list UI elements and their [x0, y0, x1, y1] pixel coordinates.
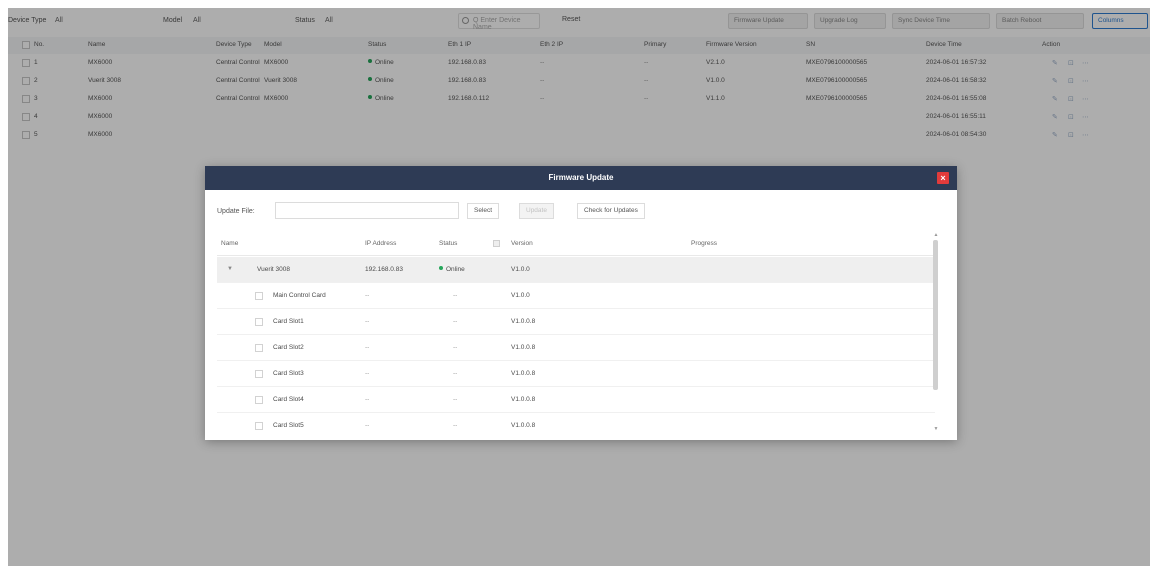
row-ip: --: [365, 318, 370, 325]
table-row[interactable]: Main Control Card -- -- V1.0.0: [217, 283, 935, 309]
online-dot-icon: [439, 266, 443, 270]
row-name: Card Slot4: [273, 396, 304, 403]
row-checkbox[interactable]: [255, 396, 263, 404]
row-ip: --: [365, 422, 370, 429]
row-name: Card Slot2: [273, 344, 304, 351]
row-checkbox[interactable]: [255, 292, 263, 300]
select-button[interactable]: Select: [467, 203, 500, 219]
row-checkbox[interactable]: [255, 422, 263, 430]
row-version: V1.0.0: [511, 292, 530, 299]
close-icon[interactable]: ×: [937, 172, 949, 184]
dialog-header: Firmware Update ×: [205, 166, 957, 190]
firmware-update-dialog: Firmware Update × Update File: Select Up…: [205, 166, 957, 440]
row-status: --: [453, 292, 458, 299]
table-row[interactable]: Card Slot1 -- -- V1.0.0.8: [217, 309, 935, 335]
row-ip: --: [365, 396, 370, 403]
row-status: --: [453, 370, 458, 377]
row-name: Card Slot3: [273, 370, 304, 377]
row-version: V1.0.0.8: [511, 422, 536, 429]
row-status: --: [453, 396, 458, 403]
row-ip: 192.168.0.83: [365, 266, 403, 273]
row-checkbox[interactable]: [255, 344, 263, 352]
row-name: Card Slot5: [273, 422, 304, 429]
col-name: Name: [221, 240, 239, 247]
col-progress: Progress: [691, 240, 718, 247]
row-checkbox[interactable]: [255, 318, 263, 326]
row-name: Vuerit 3008: [257, 266, 291, 273]
row-status: --: [453, 344, 458, 351]
row-name: Card Slot1: [273, 318, 304, 325]
scrollbar-thumb[interactable]: [933, 240, 938, 390]
row-status: --: [453, 422, 458, 429]
update-file-input[interactable]: [275, 202, 459, 219]
collapse-caret-icon[interactable]: ▼: [227, 266, 233, 272]
row-version: V1.0.0: [511, 266, 530, 273]
filter-icon[interactable]: [493, 240, 500, 247]
scroll-down-icon[interactable]: ▼: [932, 426, 940, 432]
row-version: V1.0.0.8: [511, 370, 536, 377]
row-version: V1.0.0.8: [511, 344, 536, 351]
row-ip: --: [365, 344, 370, 351]
table-row[interactable]: Card Slot4 -- -- V1.0.0.8: [217, 387, 935, 413]
row-checkbox[interactable]: [255, 370, 263, 378]
dialog-title: Firmware Update: [548, 173, 614, 182]
scroll-up-icon[interactable]: ▲: [932, 232, 940, 238]
row-status: Online: [439, 266, 465, 273]
row-name: Main Control Card: [273, 292, 326, 299]
col-version: Version: [511, 240, 533, 247]
row-version: V1.0.0.8: [511, 396, 536, 403]
col-status: Status: [439, 240, 458, 247]
update-button[interactable]: Update: [519, 203, 554, 219]
col-ip: IP Address: [365, 240, 397, 247]
row-ip: --: [365, 370, 370, 377]
table-row[interactable]: Card Slot2 -- -- V1.0.0.8: [217, 335, 935, 361]
row-ip: --: [365, 292, 370, 299]
firmware-table-header: Name IP Address Status Version Progress: [217, 232, 935, 256]
table-row[interactable]: ▼ Vuerit 3008 192.168.0.83 Online V1.0.0: [217, 257, 935, 283]
firmware-table: Name IP Address Status Version Progress …: [217, 232, 945, 434]
row-version: V1.0.0.8: [511, 318, 536, 325]
update-file-label: Update File:: [217, 208, 255, 215]
table-scrollbar[interactable]: ▲ ▼: [932, 232, 940, 434]
status-text: Online: [446, 266, 465, 273]
check-for-updates-button[interactable]: Check for Updates: [577, 203, 645, 219]
row-status: --: [453, 318, 458, 325]
table-row[interactable]: Card Slot5 -- -- V1.0.0.8: [217, 413, 935, 434]
table-row[interactable]: Card Slot3 -- -- V1.0.0.8: [217, 361, 935, 387]
